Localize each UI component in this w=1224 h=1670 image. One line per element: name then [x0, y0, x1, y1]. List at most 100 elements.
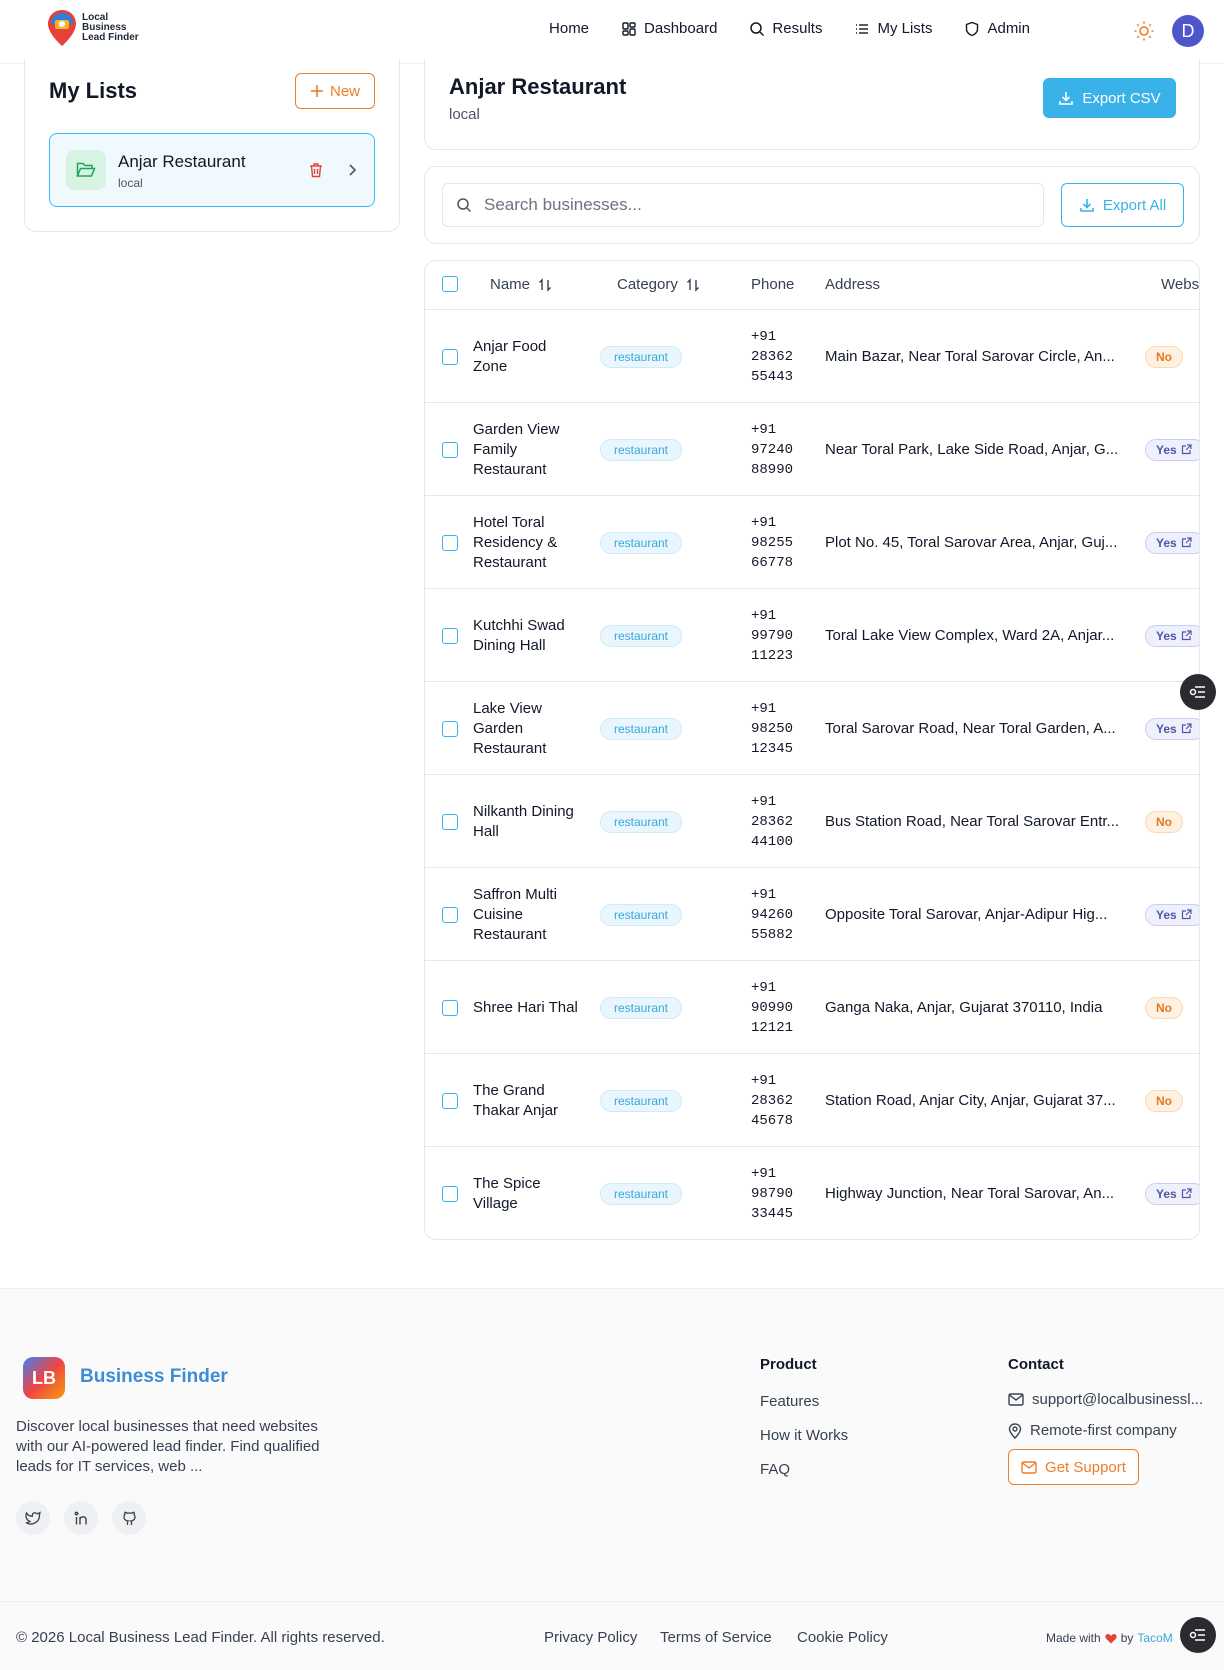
- table-row[interactable]: Saffron Multi Cuisine Restaurant restaura…: [425, 868, 1199, 961]
- table-row[interactable]: Shree Hari Thal restaurant +91 90990 12121…: [425, 961, 1199, 1054]
- external-link-icon: [1181, 1188, 1192, 1199]
- nav-my-lists[interactable]: My Lists: [854, 20, 932, 37]
- website-status: Yes: [1156, 442, 1177, 457]
- table-row[interactable]: Hotel Toral Residency & Restaurant restau…: [425, 496, 1199, 589]
- row-checkbox[interactable]: [442, 534, 458, 551]
- github-link[interactable]: [112, 1501, 146, 1535]
- row-checkbox[interactable]: [442, 441, 458, 458]
- twitter-link[interactable]: [16, 1501, 50, 1535]
- website-no-badge: No: [1145, 996, 1183, 1019]
- linkedin-link[interactable]: [64, 1501, 98, 1535]
- footer-link-how-it-works[interactable]: How it Works: [760, 1427, 848, 1444]
- category-badge: restaurant: [600, 1182, 682, 1205]
- cookie-policy-link[interactable]: Cookie Policy: [797, 1629, 888, 1646]
- search-icon: [457, 198, 472, 213]
- linkedin-icon: [74, 1511, 87, 1524]
- footer-link-faq[interactable]: FAQ: [760, 1461, 790, 1478]
- get-support-button[interactable]: Get Support: [1008, 1449, 1139, 1485]
- column-address-header: Address: [825, 276, 880, 293]
- table-row[interactable]: Lake View Garden Restaurant restaurant +91…: [425, 682, 1199, 775]
- select-all-checkbox[interactable]: [442, 276, 458, 292]
- my-lists-panel: My Lists New Anjar Restaurant local: [24, 60, 400, 232]
- website-yes-link[interactable]: Yes: [1145, 903, 1199, 926]
- footer-contact-title: Contact: [1008, 1356, 1064, 1373]
- shield-icon: [966, 21, 979, 36]
- table-row[interactable]: Nilkanth Dining Hall restaurant +91 28362 …: [425, 775, 1199, 868]
- nav-admin[interactable]: Admin: [964, 20, 1030, 37]
- phone-number: +91 98255 66778: [751, 514, 794, 571]
- site-footer: LB Business Finder Discover local busine…: [0, 1288, 1224, 1670]
- nav-home[interactable]: Home: [549, 20, 589, 37]
- business-name: Anjar Food Zone: [473, 337, 547, 375]
- export-all-button[interactable]: Export All: [1061, 183, 1184, 227]
- footer-logo[interactable]: LB: [23, 1357, 65, 1399]
- app-logo[interactable]: Local Business Lead Finder: [46, 8, 139, 48]
- column-phone-label: Phone: [751, 276, 795, 293]
- website-status: Yes: [1156, 721, 1177, 736]
- sun-icon[interactable]: [1133, 20, 1155, 42]
- heart-icon: [1105, 1633, 1117, 1643]
- website-yes-link[interactable]: Yes: [1145, 717, 1199, 740]
- website-yes-link[interactable]: Yes: [1145, 1182, 1199, 1205]
- contact-email-row[interactable]: support@localbusinessl...: [1008, 1391, 1203, 1408]
- website-yes-link[interactable]: Yes: [1145, 531, 1199, 554]
- made-by-brand[interactable]: TacoM: [1137, 1631, 1172, 1645]
- trash-icon[interactable]: [308, 162, 324, 178]
- footer-link-features[interactable]: Features: [760, 1393, 819, 1410]
- table-header: Name Category Phone Address Webs: [425, 261, 1199, 310]
- my-lists-title: My Lists: [49, 78, 138, 103]
- phone-number: +91 97240 88990: [751, 421, 794, 478]
- website-yes-link[interactable]: Yes: [1145, 438, 1199, 461]
- new-list-button[interactable]: New: [295, 73, 375, 109]
- table-row[interactable]: Garden View Family Restaurant restaurant +…: [425, 403, 1199, 496]
- floating-menu-button-footer[interactable]: [1180, 1617, 1216, 1653]
- row-checkbox[interactable]: [442, 1092, 458, 1109]
- category-badge: restaurant: [600, 624, 682, 647]
- plus-icon: [310, 85, 323, 97]
- menu-lines-icon: [1189, 686, 1205, 698]
- row-checkbox[interactable]: [442, 999, 458, 1016]
- table-row[interactable]: Kutchhi Swad Dining Hall restaurant +91 99…: [425, 589, 1199, 682]
- main-nav: Home Dashboard Results My Lists Admin: [549, 20, 1030, 37]
- list-header-card: Anjar Restaurant local Export CSV: [424, 60, 1200, 150]
- list-item-anjar-restaurant[interactable]: Anjar Restaurant local: [49, 133, 375, 207]
- made-by-text: by: [1120, 1631, 1134, 1645]
- row-checkbox[interactable]: [442, 813, 458, 830]
- column-category-header[interactable]: Category: [617, 276, 700, 293]
- column-website-label: Webs: [1161, 276, 1200, 293]
- row-checkbox[interactable]: [442, 906, 458, 923]
- nav-results[interactable]: Results: [749, 20, 822, 37]
- row-checkbox[interactable]: [442, 1185, 458, 1202]
- user-avatar[interactable]: D: [1172, 15, 1204, 47]
- row-checkbox[interactable]: [442, 720, 458, 737]
- chevron-right-icon[interactable]: [345, 163, 359, 177]
- website-yes-link[interactable]: Yes: [1145, 624, 1199, 647]
- table-row[interactable]: The Grand Thakar Anjar restaurant +91 2836…: [425, 1054, 1199, 1147]
- row-checkbox[interactable]: [442, 348, 458, 365]
- export-all-label: Export All: [1102, 196, 1167, 214]
- table-row[interactable]: Anjar Food Zone restaurant +91 28362 55443…: [425, 310, 1199, 403]
- website-status: Yes: [1156, 628, 1177, 643]
- download-icon: [1080, 199, 1094, 212]
- business-address: Toral Sarovar Road, Near Toral Garden, A…: [825, 719, 1116, 737]
- privacy-policy-link[interactable]: Privacy Policy: [544, 1629, 637, 1646]
- terms-of-service-link[interactable]: Terms of Service: [660, 1629, 772, 1646]
- column-name-header[interactable]: Name: [490, 276, 552, 293]
- phone-number: +91 28362 45678: [751, 1072, 794, 1129]
- business-name: Shree Hari Thal: [473, 998, 578, 1016]
- nav-dashboard[interactable]: Dashboard: [621, 20, 717, 37]
- search-icon: [750, 21, 765, 36]
- column-website-header: Webs: [1161, 276, 1199, 293]
- business-name: Nilkanth Dining Hall: [473, 802, 574, 840]
- row-checkbox[interactable]: [442, 627, 458, 644]
- nav-admin-label: Admin: [987, 20, 1030, 37]
- column-name-label: Name: [490, 276, 531, 293]
- floating-menu-button[interactable]: [1180, 674, 1216, 710]
- export-csv-button[interactable]: Export CSV: [1043, 78, 1176, 118]
- folder-open-icon: [76, 162, 96, 177]
- business-name: The Spice Village: [473, 1174, 541, 1212]
- external-link-icon: [1181, 537, 1192, 548]
- search-input[interactable]: [484, 195, 1024, 215]
- table-row[interactable]: The Spice Village restaurant +91 98790 334…: [425, 1147, 1199, 1239]
- nav-results-label: Results: [772, 20, 823, 37]
